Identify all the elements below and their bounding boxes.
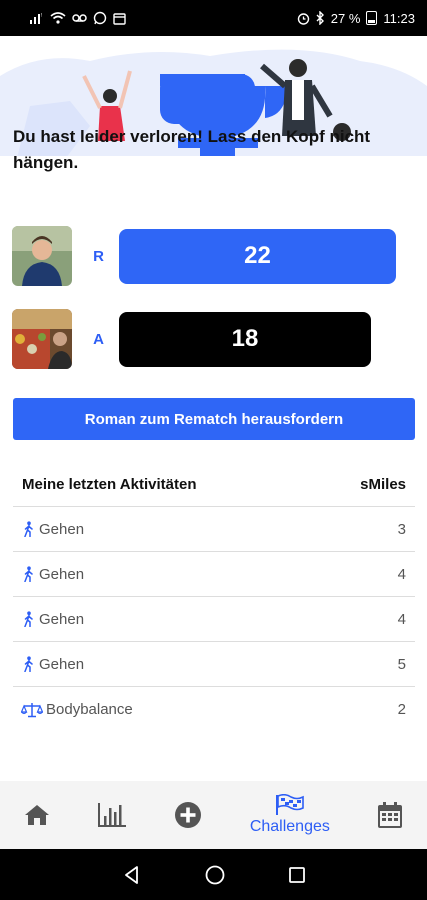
clock: 11:23	[383, 10, 415, 26]
activity-value: 2	[397, 701, 406, 718]
result-message: Du hast leider verloren! Lass den Kopf n…	[13, 127, 371, 172]
table-row[interactable]: Gehen 3	[13, 507, 415, 552]
table-header-title: Meine letzten Aktivitäten	[22, 476, 197, 493]
whatsapp-icon	[93, 11, 107, 25]
walking-icon	[24, 566, 33, 582]
calendar-notification-icon	[113, 12, 126, 25]
table-row[interactable]: Gehen 4	[13, 552, 415, 597]
table-header: Meine letzten Aktivitäten sMiles	[13, 463, 415, 507]
nav-statistics[interactable]	[97, 802, 127, 828]
home-button-icon[interactable]	[204, 864, 226, 886]
nav-calendar[interactable]	[377, 801, 403, 829]
player-score: 22	[244, 242, 271, 269]
nav-challenges[interactable]: Challenges	[250, 794, 330, 836]
table-header-unit: sMiles	[360, 476, 406, 493]
balance-scale-icon	[21, 702, 43, 717]
activity-value: 4	[397, 565, 406, 583]
activity-value: 3	[397, 520, 406, 538]
wifi-icon	[50, 12, 66, 24]
signal-icon: !	[30, 13, 42, 24]
recent-apps-icon[interactable]	[288, 866, 306, 884]
system-navigation-bar	[0, 849, 427, 900]
nav-add[interactable]	[174, 801, 202, 829]
avatar-photo	[12, 226, 72, 286]
walking-icon	[24, 656, 33, 672]
player-score-bar: 18	[119, 311, 371, 367]
table-row[interactable]: Gehen 4	[13, 597, 415, 642]
status-icons-right: 27 % 11:23	[297, 11, 415, 26]
activity-name: Bodybalance	[46, 701, 133, 718]
home-icon	[24, 805, 49, 825]
avatar[interactable]	[12, 226, 72, 286]
bottom-navigation: Challenges	[0, 781, 427, 849]
alarm-icon	[297, 12, 309, 25]
battery-icon	[366, 11, 378, 25]
player-row-a: A 18	[12, 309, 416, 369]
activity-name: Gehen	[39, 610, 85, 628]
avatar-photo	[12, 309, 72, 369]
player-initial: A	[93, 330, 104, 348]
player-score-bar: 22	[119, 228, 396, 284]
activity-value: 5	[397, 655, 406, 673]
result-banner: Du hast leider verloren! Lass den Kopf n…	[0, 36, 427, 186]
walking-icon	[24, 521, 33, 537]
activity-name: Gehen	[39, 565, 85, 583]
rematch-button[interactable]: Roman zum Rematch herausfordern	[13, 398, 415, 440]
activity-value: 4	[397, 610, 406, 628]
status-icons-left: !	[30, 11, 126, 25]
status-bar: ! 27 % 11:23	[0, 0, 427, 36]
svg-text:!: !	[41, 13, 42, 19]
bluetooth-icon	[316, 11, 324, 25]
back-icon[interactable]	[122, 865, 142, 885]
bar-chart-icon	[98, 803, 127, 827]
nav-home[interactable]	[24, 803, 50, 827]
activity-name: Gehen	[39, 520, 85, 538]
flag-icon	[275, 794, 304, 815]
player-initial: R	[93, 247, 104, 265]
walking-icon	[24, 611, 33, 627]
player-row-r: R 22	[12, 226, 416, 286]
calendar-icon	[378, 802, 403, 828]
player-score: 18	[231, 325, 259, 352]
plus-circle-icon	[175, 802, 202, 828]
table-row[interactable]: Bodybalance 2	[13, 687, 415, 732]
avatar[interactable]	[12, 309, 72, 369]
voicemail-icon	[72, 14, 87, 22]
recent-activities-table: Meine letzten Aktivitäten sMiles Gehen 3…	[13, 463, 415, 732]
activity-name: Gehen	[39, 655, 85, 673]
table-row[interactable]: Gehen 5	[13, 642, 415, 687]
nav-label: Challenges	[249, 818, 330, 835]
battery-percent: 27 %	[330, 10, 361, 26]
